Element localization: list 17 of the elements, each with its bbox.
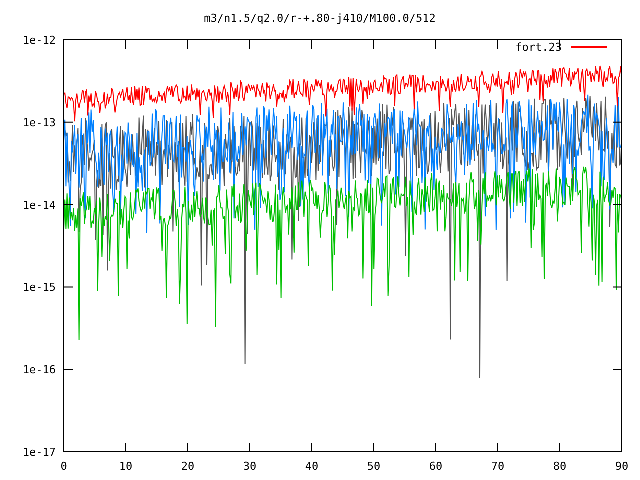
axis-label: 1e-14 [22, 198, 56, 212]
axis-label: 1e-12 [22, 34, 56, 47]
axis-label: 40 [305, 460, 319, 473]
axis-label: 1e-13 [22, 116, 56, 130]
axis-label: 50 [367, 460, 381, 473]
axis-label: 1e-16 [22, 364, 56, 377]
axis-label: 70 [491, 460, 505, 473]
axis-label: 30 [243, 460, 257, 473]
axis-label: 1e-15 [22, 281, 56, 294]
axis-label: 80 [553, 460, 567, 473]
axis-label: 1e-17 [22, 446, 56, 459]
axis-label: 0 [60, 460, 68, 473]
axis-label: 90 [615, 460, 629, 473]
chart-title: m3/n1.5/q2.0/r-+.80-j410/M100.0/512 [204, 12, 436, 25]
axis-label: 20 [181, 460, 195, 473]
axis-label: 60 [429, 460, 443, 473]
axis-label: 10 [119, 460, 133, 473]
